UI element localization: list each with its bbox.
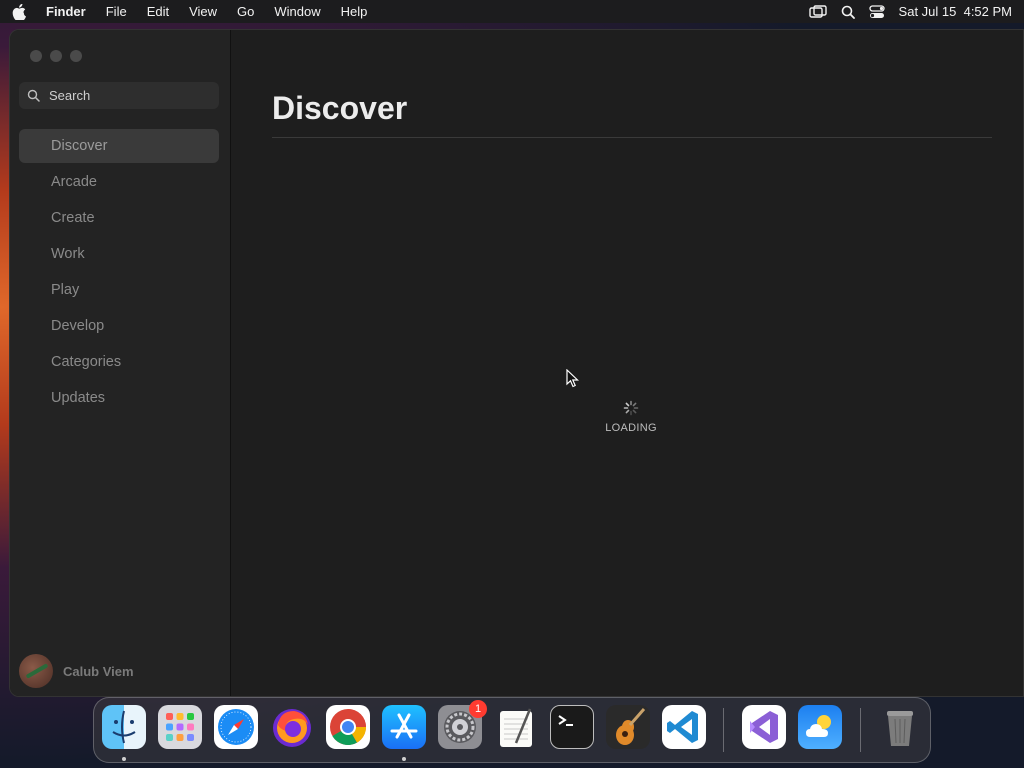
running-indicator [402, 757, 406, 761]
title-divider [272, 137, 992, 138]
trash-icon[interactable] [878, 705, 922, 749]
user-name: Calub Viem [63, 663, 134, 679]
sidebar-item-categories[interactable]: Categories [19, 345, 219, 379]
dock: 1 [93, 697, 931, 763]
menu-clock[interactable]: Sat Jul 15 4:52 PM [899, 4, 1012, 19]
sidebar-item-develop[interactable]: Develop [19, 309, 219, 343]
menu-help[interactable]: Help [341, 4, 368, 19]
app-store-icon[interactable] [382, 705, 426, 749]
sidebar-item-work[interactable]: Work [19, 237, 219, 271]
avatar [19, 654, 53, 688]
menu-edit[interactable]: Edit [147, 4, 169, 19]
menu-file[interactable]: File [106, 4, 127, 19]
search-input[interactable]: Search [19, 82, 219, 109]
loading-label: LOADING [605, 422, 657, 434]
minimize-window-button[interactable] [50, 50, 62, 62]
menu-app-name[interactable]: Finder [46, 4, 86, 19]
sidebar-item-play[interactable]: Play [19, 273, 219, 307]
sidebar-item-create[interactable]: Create [19, 201, 219, 235]
vscode-icon[interactable] [662, 705, 706, 749]
menu-go[interactable]: Go [237, 4, 254, 19]
loading-indicator: LOADING [586, 400, 676, 434]
chrome-icon[interactable] [326, 705, 370, 749]
control-center-icon[interactable] [868, 4, 885, 19]
garageband-icon[interactable] [606, 705, 650, 749]
screen-mirroring-icon[interactable] [808, 4, 827, 19]
launchpad-icon[interactable] [158, 705, 202, 749]
weather-icon[interactable] [798, 705, 842, 749]
notification-badge: 1 [469, 700, 487, 718]
window-controls [30, 50, 82, 62]
terminal-icon[interactable] [550, 705, 594, 749]
sidebar-item-discover[interactable]: Discover [19, 129, 219, 163]
close-window-button[interactable] [30, 50, 42, 62]
page-title: Discover [272, 90, 408, 126]
main-content: Discover LOADING [231, 30, 1023, 696]
visual-studio-icon[interactable] [742, 705, 786, 749]
firefox-icon[interactable] [270, 705, 314, 749]
sidebar-nav: Discover Arcade Create Work Play Develop… [19, 129, 219, 417]
sidebar-item-updates[interactable]: Updates [19, 381, 219, 415]
dock-separator [860, 708, 861, 752]
zoom-window-button[interactable] [70, 50, 82, 62]
spinner-icon [623, 400, 639, 416]
running-indicator [122, 757, 126, 761]
sidebar: Search Discover Arcade Create Work Play … [10, 30, 231, 696]
spotlight-search-icon[interactable] [841, 5, 855, 19]
search-icon [27, 89, 40, 102]
textedit-icon[interactable] [494, 705, 538, 749]
menu-view[interactable]: View [189, 4, 217, 19]
menu-window[interactable]: Window [274, 4, 320, 19]
account-button[interactable]: Calub Viem [19, 654, 134, 688]
search-placeholder: Search [49, 88, 91, 103]
mouse-cursor-icon [566, 369, 579, 388]
finder-icon[interactable] [102, 705, 146, 749]
sidebar-item-arcade[interactable]: Arcade [19, 165, 219, 199]
apple-menu-icon[interactable] [12, 3, 26, 20]
menu-bar: Finder File Edit View Go Window Help Sat… [0, 0, 1024, 23]
safari-icon[interactable] [214, 705, 258, 749]
dock-separator [723, 708, 724, 752]
app-store-window: Search Discover Arcade Create Work Play … [9, 29, 1024, 697]
